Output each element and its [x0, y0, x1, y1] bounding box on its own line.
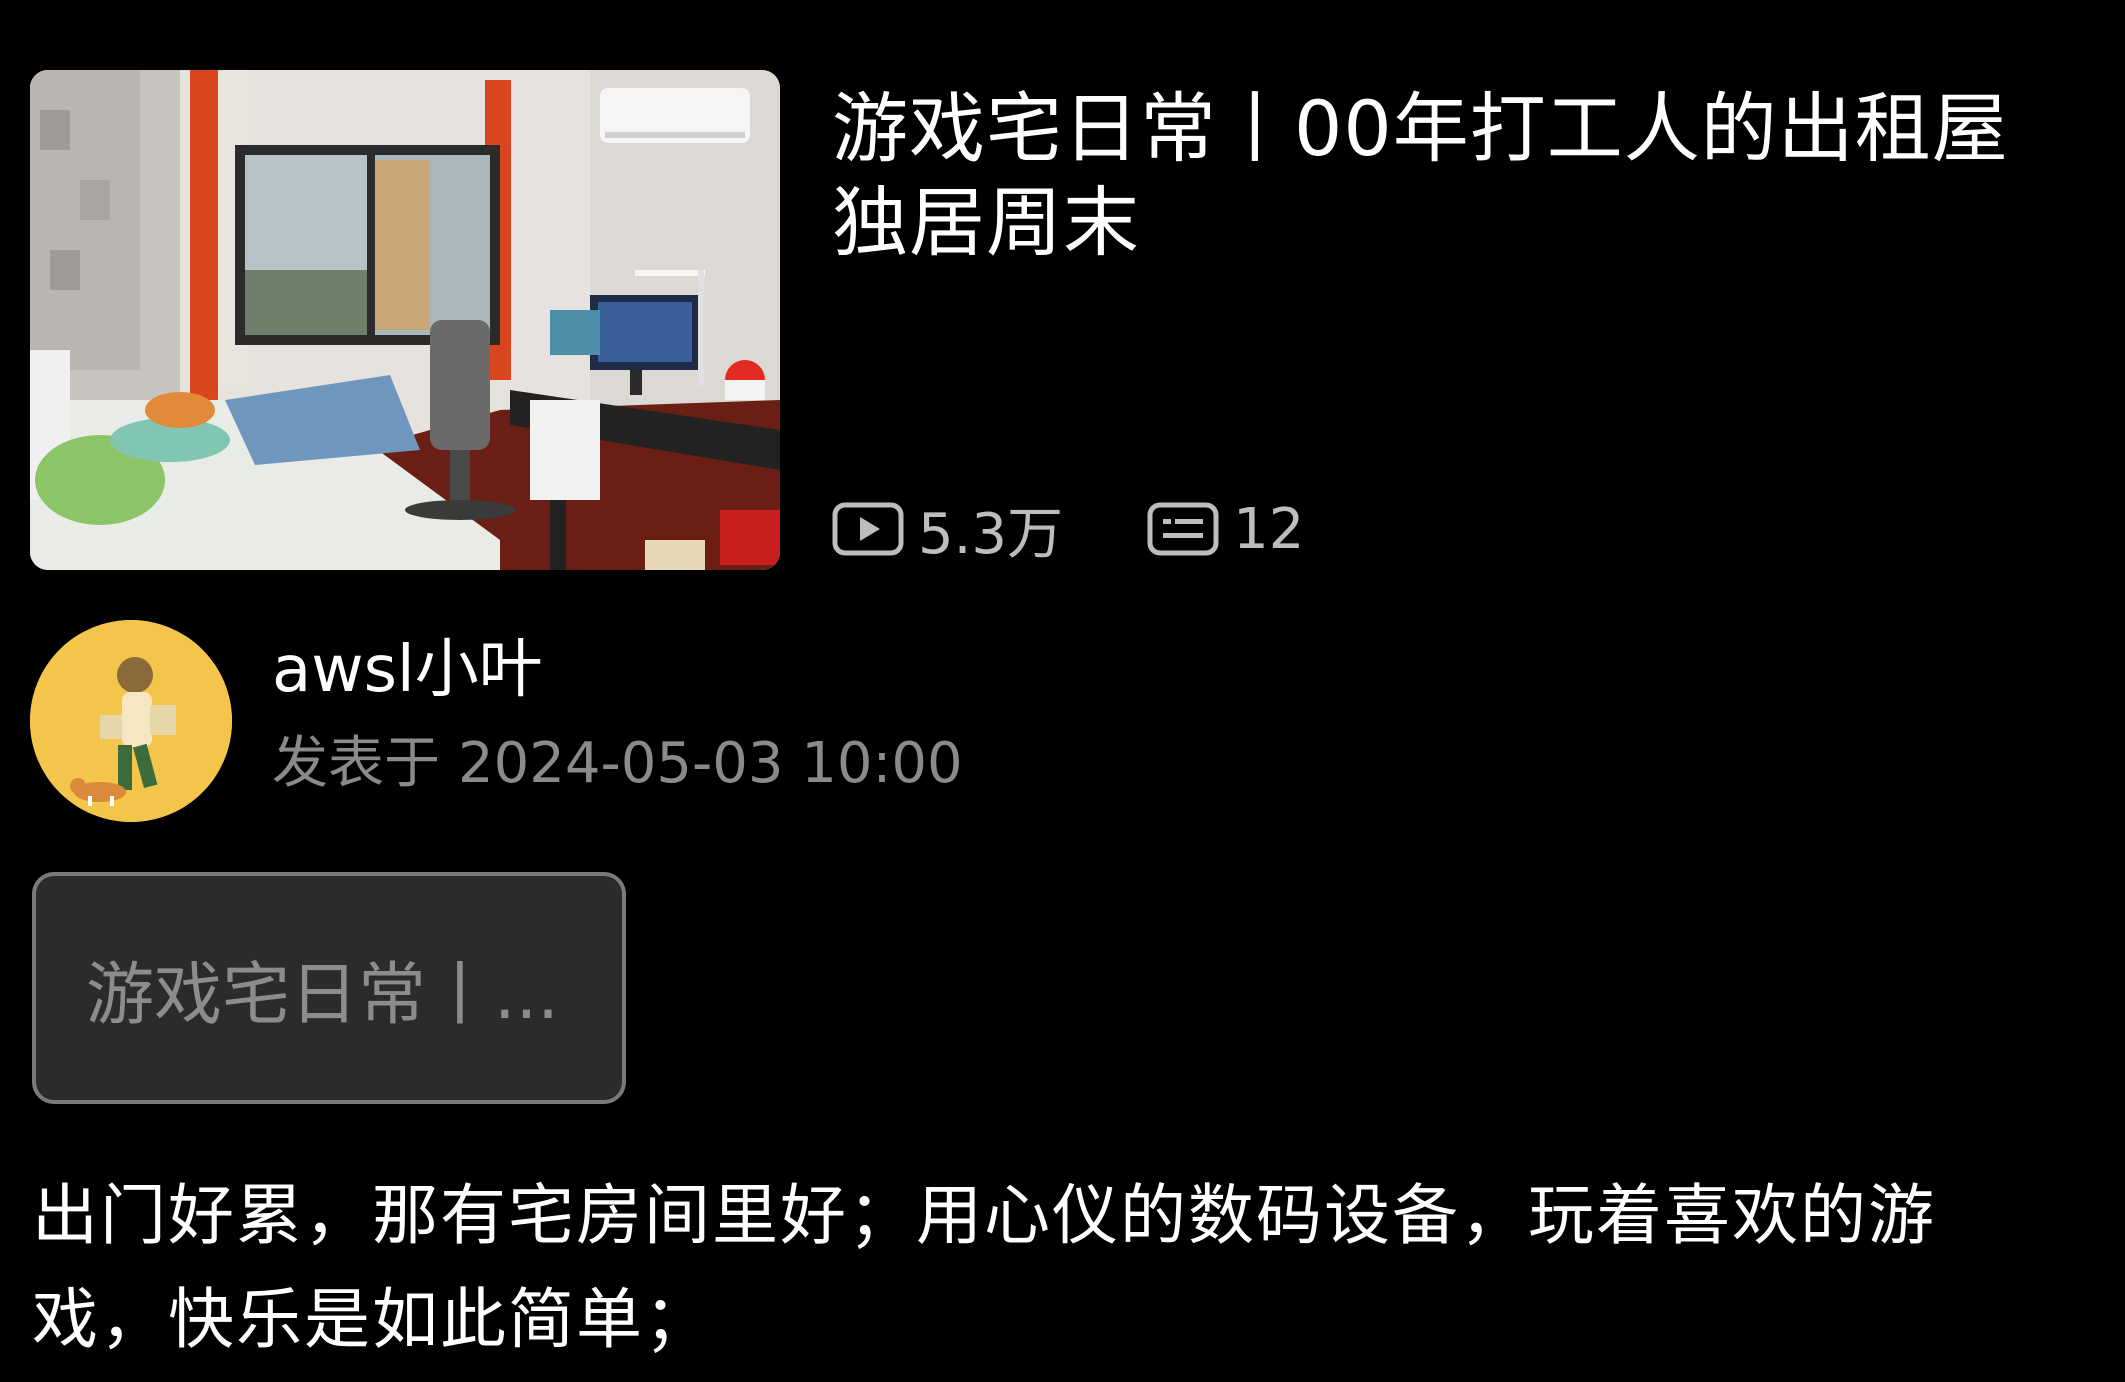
collection-chip-label: 游戏宅日常丨...	[86, 955, 559, 1035]
views-stat: 5.3万	[832, 489, 1063, 570]
video-title[interactable]: 游戏宅日常丨00年打工人的出租屋独居周末	[832, 82, 2072, 270]
published-label: 发表于	[272, 731, 440, 796]
views-count: 5.3万	[918, 501, 1064, 567]
video-thumbnail[interactable]	[30, 70, 780, 570]
video-stats: 5.3万 12	[832, 497, 1304, 567]
room-photo	[30, 70, 780, 570]
play-icon	[832, 502, 904, 556]
comments-count: 12	[1233, 496, 1305, 562]
publish-info: 发表于 2024-05-03 10:00	[272, 728, 963, 800]
author-info: awsl小叶 发表于 2024-05-03 10:00	[30, 620, 1430, 822]
danmaku-icon	[1147, 502, 1219, 556]
published-time: 2024-05-03 10:00	[458, 731, 963, 796]
video-card[interactable]: 游戏宅日常丨00年打工人的出租屋独居周末 5.3万 12	[30, 70, 2090, 570]
avatar-illustration	[30, 620, 232, 822]
page: 游戏宅日常丨00年打工人的出租屋独居周末 5.3万 12 awsl小叶 发表于 …	[0, 0, 2125, 1382]
comments-stat: 12	[1147, 497, 1304, 562]
author-name[interactable]: awsl小叶	[272, 630, 543, 710]
avatar[interactable]	[30, 620, 232, 822]
post-description: 出门好累，那有宅房间里好；用心仪的数码设备，玩着喜欢的游戏，快乐是如此简单；	[32, 1177, 1936, 1358]
collection-chip[interactable]: 游戏宅日常丨...	[32, 872, 626, 1104]
